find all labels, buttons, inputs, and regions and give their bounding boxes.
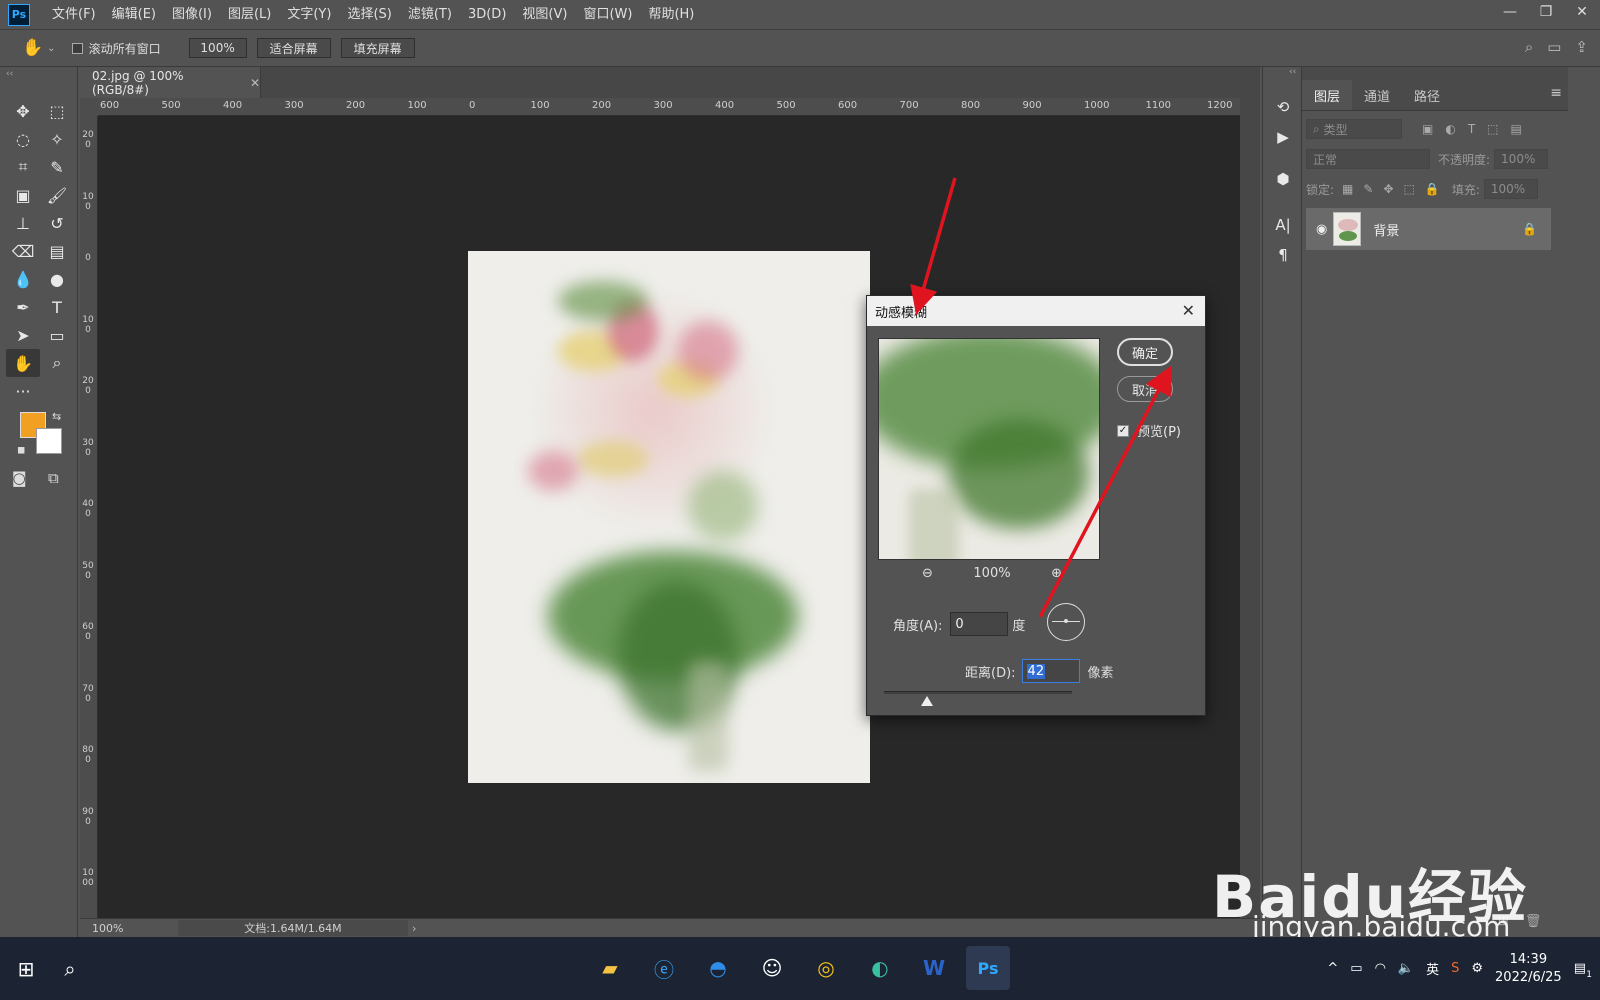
status-bar: 100% 文档:1.64M/1.64M › (80, 918, 1260, 937)
layer-thumbnail (1333, 212, 1362, 246)
lock-transparent-icon[interactable]: ▦ (1342, 182, 1353, 196)
wifi-icon: ◠ (1374, 961, 1386, 976)
blend-mode-select[interactable]: 正常 (1306, 149, 1430, 169)
history-panel-icon[interactable]: ⟲ (1271, 95, 1295, 119)
edge-icon[interactable]: ◐ (858, 946, 902, 990)
paragraph-panel-icon[interactable]: ¶ (1271, 243, 1295, 267)
file-explorer-icon[interactable]: ▰ (588, 946, 632, 990)
ime-indicator[interactable]: 英 (1426, 959, 1439, 978)
windows-start-icon[interactable]: ⊞ (4, 947, 48, 991)
opacity-input[interactable]: 100% (1494, 149, 1549, 169)
tray-expand-icon[interactable]: ^ (1327, 961, 1338, 976)
chrome-icon[interactable]: ◎ (804, 946, 848, 990)
clock-time: 14:39 (1509, 951, 1548, 967)
collapse-dock-icon[interactable]: ‹‹ (1289, 67, 1296, 77)
lock-all-icon[interactable]: 🔒 (1425, 182, 1440, 196)
windows-taskbar: ⊞ ⌕ ▰ ⓔ ◓ ☺ ◎ ◐ W Ps ^ ▭ ◠ 🔈 英 S ⚙ 14:39… (0, 937, 1600, 1000)
character-panel-icon[interactable]: A| (1271, 213, 1295, 237)
volume-icon[interactable]: 🔈 (1398, 961, 1414, 976)
clock-date: 2022/6/25 (1495, 969, 1562, 985)
layer-lock-icon: 🔒 (1522, 222, 1537, 236)
search-icon[interactable]: ⌕ (48, 947, 92, 991)
shape-filter-icon[interactable]: ⬚ (1487, 122, 1498, 136)
pixel-filter-icon[interactable]: ▣ (1422, 122, 1433, 136)
adjustment-filter-icon[interactable]: ◐ (1445, 122, 1455, 136)
layer-name: 背景 (1373, 223, 1400, 239)
layer-kind-filter[interactable]: ⌕ 类型 (1306, 119, 1402, 139)
clock[interactable]: 14:39 2022/6/25 (1495, 951, 1562, 987)
smart-object-filter-icon[interactable]: ▤ (1511, 122, 1522, 136)
qq-icon[interactable]: ☺ (750, 946, 794, 990)
baidu-watermark: Baidu经验 jingyan.baidu.com (1212, 850, 1562, 943)
type-filter-icon[interactable]: T (1468, 122, 1475, 136)
panel-menu-icon[interactable]: ≡ (1550, 85, 1562, 101)
tab-channels[interactable]: 通道 (1352, 80, 1402, 110)
vertical-scrollbar[interactable] (1240, 98, 1260, 918)
status-doc-size: 文档:1.64M/1.64M (178, 920, 408, 936)
tab-layers[interactable]: 图层 (1302, 80, 1353, 110)
qq-browser-icon[interactable]: ◓ (696, 946, 740, 990)
ie-browser-icon[interactable]: ⓔ (642, 946, 686, 990)
panel-tabs: 图层 通道 路径 ≡ (1302, 67, 1568, 111)
layer-filter-row: ⌕ 类型 ▣ ◐ T ⬚ ▤ (1306, 119, 1564, 139)
status-expand-icon[interactable]: › (412, 922, 416, 935)
annotation-arrow-ok (1038, 365, 1172, 618)
layers-panel: ›› 图层 通道 路径 ≡ ⌕ 类型 ▣ ◐ T ⬚ ▤ 正常 不透明度: 10… (1302, 67, 1568, 937)
sogou-icon[interactable]: S (1451, 961, 1459, 976)
visibility-eye-icon[interactable]: ◉ (1316, 222, 1327, 237)
status-zoom: 100% (92, 921, 124, 935)
lock-label: 锁定: (1306, 182, 1335, 197)
system-tray: ^ ▭ ◠ 🔈 英 S ⚙ 14:39 2022/6/25 ▤ 1 (1327, 937, 1592, 1000)
blend-opacity-row: 正常 不透明度: 100% (1306, 149, 1564, 169)
3d-panel-icon[interactable]: ⬢ (1271, 167, 1295, 191)
annotation-arrow-title (910, 177, 957, 315)
layer-kind-label: 类型 (1323, 122, 1348, 137)
settings-gear-icon[interactable]: ⚙ (1471, 961, 1483, 976)
battery-icon: ▭ (1350, 961, 1363, 976)
panel-dock: ‹‹ ⟲ ▶ ⬢ A| ¶ (1262, 67, 1302, 937)
lock-fill-row: 锁定: ▦ ✎ ✥ ⬚ 🔒 填充: 100% (1306, 179, 1564, 199)
pinned-apps: ▰ ⓔ ◓ ☺ ◎ ◐ W Ps (588, 946, 1010, 990)
tab-paths[interactable]: 路径 (1402, 80, 1452, 110)
lock-pixels-icon[interactable]: ✎ (1363, 182, 1373, 196)
photoshop-taskbar-icon[interactable]: Ps (966, 946, 1010, 990)
lock-position-icon[interactable]: ✥ (1383, 182, 1393, 196)
notification-count: 1 (1586, 970, 1592, 980)
opacity-label: 不透明度: (1438, 152, 1491, 167)
fill-label: 填充: (1451, 182, 1480, 197)
layer-row-background[interactable]: ◉ 背景 🔒 (1306, 208, 1551, 250)
fill-input[interactable]: 100% (1483, 179, 1538, 199)
notification-icon[interactable]: ▤ 1 (1574, 961, 1592, 980)
lock-artboard-icon[interactable]: ⬚ (1404, 182, 1415, 196)
word-icon[interactable]: W (912, 946, 956, 990)
actions-panel-icon[interactable]: ▶ (1271, 125, 1295, 149)
